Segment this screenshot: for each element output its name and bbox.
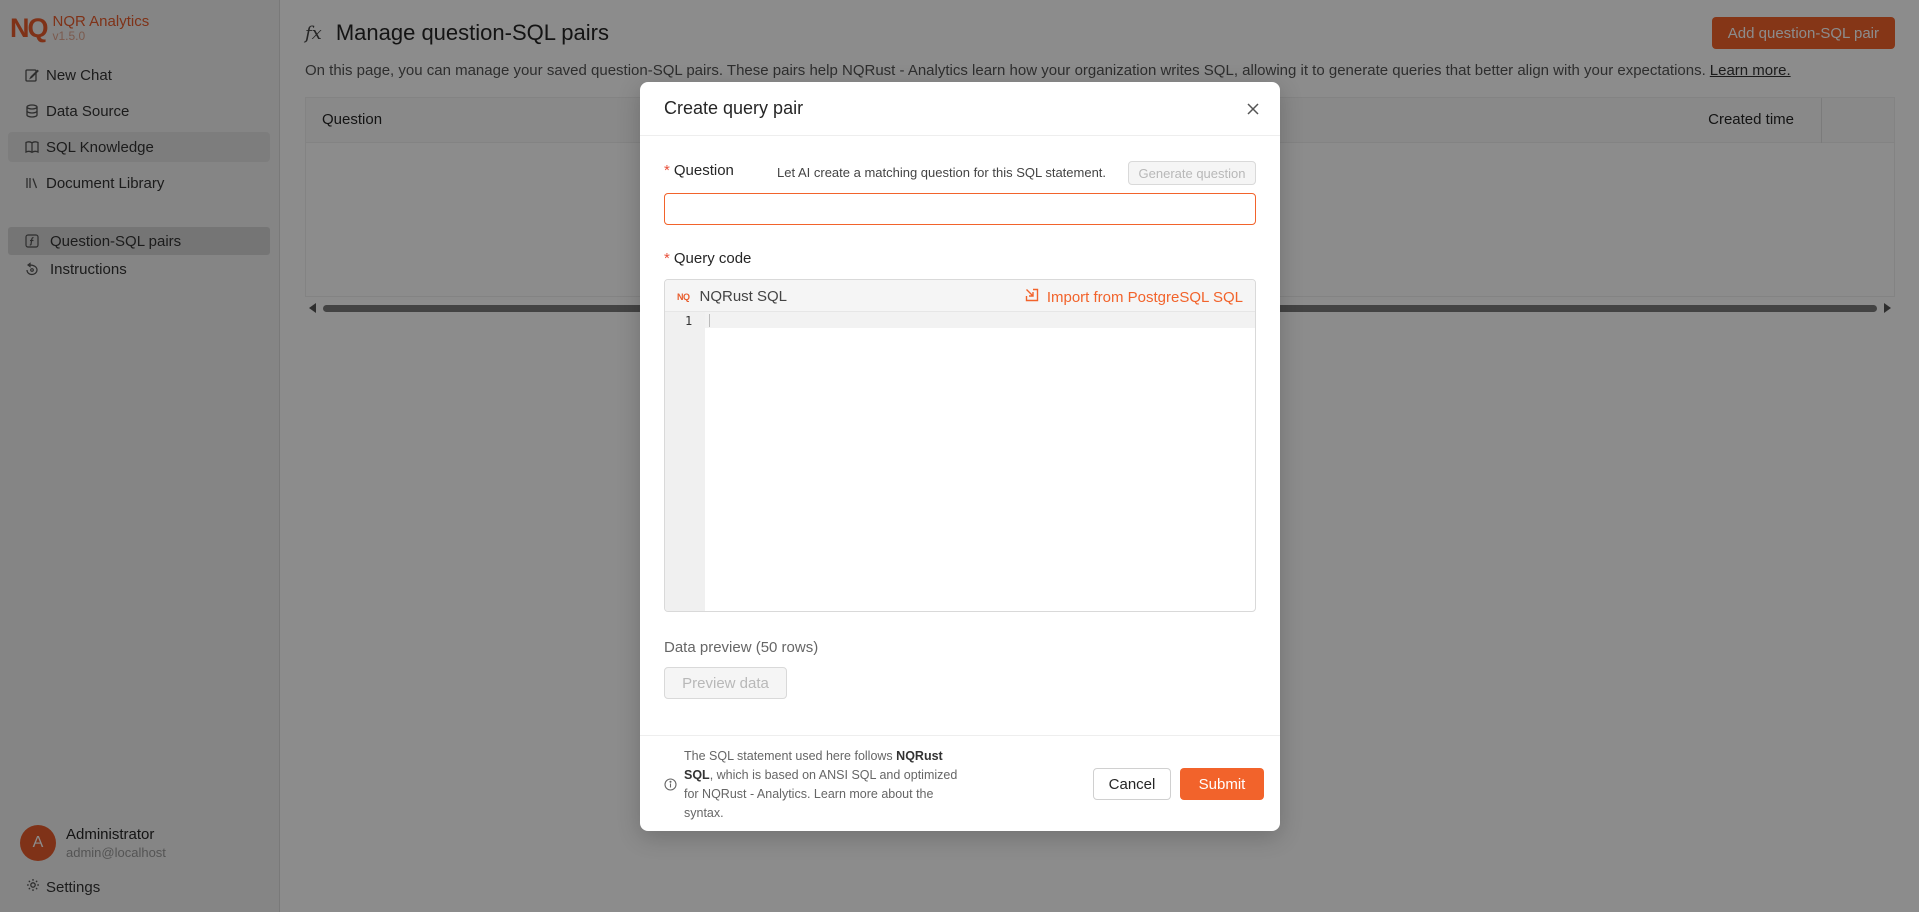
- question-label: * Question: [664, 162, 734, 179]
- modal-title: Create query pair: [664, 98, 804, 118]
- editor-toolbar: NQ NQRust SQL Import from PostgreSQL SQL: [665, 280, 1255, 312]
- required-marker: *: [664, 250, 670, 267]
- import-label: Import from PostgreSQL SQL: [1046, 288, 1243, 306]
- close-icon[interactable]: [1242, 98, 1264, 120]
- preview-data-button[interactable]: Preview data: [664, 667, 787, 699]
- import-from-postgresql-button[interactable]: Import from PostgreSQL SQL: [1025, 288, 1243, 306]
- import-icon: [1025, 288, 1039, 306]
- generate-question-button[interactable]: Generate question: [1128, 161, 1256, 185]
- sql-dialect-label: NQRust SQL: [699, 288, 788, 305]
- editor-active-line: [705, 312, 1255, 328]
- cancel-button[interactable]: Cancel: [1093, 768, 1171, 800]
- editor-cursor: [709, 314, 710, 327]
- sql-dialect: NQ NQRust SQL: [677, 288, 787, 305]
- nqrust-logo-icon: NQ: [677, 291, 690, 302]
- editor-gutter: [665, 312, 705, 611]
- ai-hint-text: Let AI create a matching question for th…: [777, 165, 1107, 180]
- data-preview-label: Data preview (50 rows): [664, 639, 819, 656]
- query-code-label: * Query code: [664, 250, 752, 267]
- syntax-footnote: The SQL statement used here follows NQRu…: [684, 749, 958, 820]
- required-marker: *: [664, 162, 670, 179]
- modal-footer: The SQL statement used here follows NQRu…: [640, 735, 1280, 831]
- create-query-pair-modal: Create query pair * Question Let AI creat…: [640, 82, 1280, 831]
- line-number: 1: [685, 314, 693, 328]
- sql-editor[interactable]: NQ NQRust SQL Import from PostgreSQL SQL…: [664, 279, 1256, 612]
- modal-header: Create query pair: [640, 82, 1280, 136]
- question-input[interactable]: [664, 193, 1256, 225]
- info-icon: [664, 778, 677, 791]
- submit-button[interactable]: Submit: [1180, 768, 1264, 800]
